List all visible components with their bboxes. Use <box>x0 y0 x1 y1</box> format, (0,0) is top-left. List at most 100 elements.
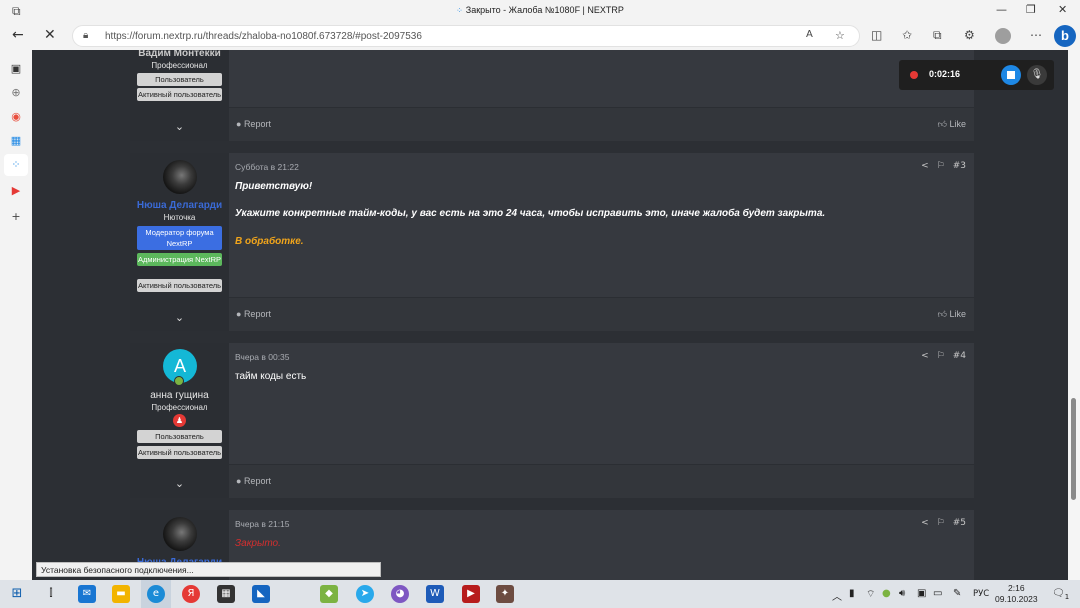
calculator-icon[interactable]: ▦ <box>9 134 23 148</box>
post-number[interactable]: #3 <box>953 161 966 171</box>
usb-icon[interactable]: ▮ <box>849 588 855 599</box>
profile-avatar[interactable] <box>995 28 1011 44</box>
favorite-star-icon[interactable]: ☆ <box>835 29 845 42</box>
pen-icon[interactable]: ✎ <box>953 588 961 599</box>
report-link[interactable]: ● Report <box>236 309 271 319</box>
bookmark-icon[interactable]: ⚐ <box>937 161 945 171</box>
youtube-icon[interactable]: ▶ <box>9 184 23 198</box>
post-2: Вадим Монтекки Профессионал Пользователь… <box>130 50 974 141</box>
bluestacks-icon[interactable]: ◆ <box>320 585 338 603</box>
windows-taskbar: ⊞ ⫿ ✉ ▬ e Я ▦ ◣ ◆ ➤ ◕ W ▶ ✦ ︿ ▮ ⌔ ● 🔊︎ ▣… <box>0 580 1080 608</box>
game-app-icon[interactable]: ✦ <box>496 585 514 603</box>
stop-loading-icon[interactable]: ✕ <box>44 27 56 43</box>
split-screen-icon[interactable]: ◫ <box>871 28 882 42</box>
yandex-icon[interactable]: ◉ <box>9 110 23 124</box>
post-actions: < ⚐ #3 <box>913 161 966 171</box>
file-explorer-icon[interactable]: ▬ <box>112 585 130 603</box>
wifi-icon[interactable]: ⌔ <box>866 588 875 601</box>
remote-desktop-icon[interactable]: ◣ <box>252 585 270 603</box>
favorites-icon[interactable]: ✩ <box>902 28 912 42</box>
browser-sidebar: ▣ ⊕ ◉ ▦ ⁘ ▶ + <box>0 50 32 580</box>
report-link[interactable]: ● Report <box>236 476 271 486</box>
add-tab-group-icon[interactable]: ⊕ <box>9 86 23 100</box>
chevron-down-icon[interactable]: ⌄ <box>130 120 229 133</box>
system-clock[interactable]: 2:16 09.10.2023 <box>995 583 1038 605</box>
user-badge: Активный пользователь <box>137 446 222 459</box>
app-tray-icon[interactable]: ● <box>882 588 891 599</box>
post-footer: ● Report 👍︎ Like <box>229 297 974 331</box>
back-arrow-icon[interactable]: ← <box>12 27 24 43</box>
battery-icon[interactable]: ▭ <box>933 588 942 599</box>
post-user-column: Вадим Монтекки Профессионал Пользователь… <box>130 50 229 141</box>
url-text[interactable]: https://forum.nextrp.ru/threads/zhaloba-… <box>105 31 422 42</box>
forum-site-icon[interactable]: ⁘ <box>9 158 23 172</box>
user-title: Профессионал <box>151 403 208 412</box>
share-icon[interactable]: < <box>921 518 929 528</box>
status-bar: Установка безопасного подключения... <box>36 562 381 577</box>
user-avatar[interactable] <box>163 160 197 194</box>
scrollbar-thumb[interactable] <box>1071 398 1076 500</box>
extensions-icon[interactable]: ⚙ <box>964 28 975 42</box>
display-icon[interactable]: ▣ <box>917 588 926 599</box>
post-status-text: Закрыто. <box>235 538 281 549</box>
collections-icon[interactable]: ⧉ <box>933 28 942 43</box>
window-titlebar: ⧉ ⁘ Закрыто - Жалоба №1080F | NEXTRP — ❐ … <box>0 0 1080 22</box>
word-icon[interactable]: W <box>426 585 444 603</box>
tab-actions-icon[interactable]: ▣ <box>9 62 23 76</box>
site-favicon-icon: ⁘ <box>456 6 463 15</box>
more-menu-icon[interactable]: ⋯ <box>1030 28 1042 42</box>
username[interactable]: Вадим Монтекки <box>130 50 229 59</box>
report-link[interactable]: ● Report <box>236 119 271 129</box>
mail-icon[interactable]: ✉ <box>78 585 96 603</box>
post-text: Приветствую! <box>235 181 313 192</box>
language-indicator[interactable]: РУС <box>973 589 989 599</box>
telegram-icon[interactable]: ➤ <box>356 585 374 603</box>
user-badge: Активный пользователь <box>137 88 222 101</box>
page-scrollbar[interactable] <box>1068 50 1080 580</box>
chevron-down-icon[interactable]: ⌄ <box>130 311 229 324</box>
moderator-badge: Модератор форума NextRP <box>137 226 222 250</box>
close-window-icon[interactable]: ✕ <box>1058 3 1067 16</box>
like-button[interactable]: 👍︎ Like <box>938 119 966 130</box>
volume-icon[interactable]: 🔊︎ <box>899 588 905 599</box>
read-aloud-icon[interactable]: A <box>806 29 813 40</box>
share-icon[interactable]: < <box>921 161 929 171</box>
bookmark-icon[interactable]: ⚐ <box>937 518 945 528</box>
username[interactable]: анна гущина <box>130 390 229 401</box>
user-badge: Активный пользователь <box>137 279 222 292</box>
user-trophy-icon: ♟ <box>173 414 186 427</box>
user-avatar[interactable] <box>163 517 197 551</box>
lock-icon[interactable]: 🔒︎ <box>83 30 88 41</box>
share-icon[interactable]: < <box>921 351 929 361</box>
post-user-column: A анна гущина Профессионал ♟ Пользовател… <box>130 343 229 498</box>
maximize-icon[interactable]: ❐ <box>1026 3 1036 16</box>
tray-overflow-icon[interactable]: ︿ <box>832 588 842 603</box>
post-user-column: Нюша Делагарди Нюточка Модератор форума … <box>130 153 229 331</box>
post-date[interactable]: Вчера в 21:15 <box>235 519 290 529</box>
post-number[interactable]: #4 <box>953 351 966 361</box>
address-toolbar: ← ✕ 🔒︎ https://forum.nextrp.ru/threads/z… <box>0 22 1080 50</box>
yandex-browser-icon[interactable]: Я <box>182 585 200 603</box>
task-view-icon[interactable]: ⫿ <box>42 585 60 603</box>
start-windows-icon[interactable]: ⊞ <box>8 585 26 603</box>
stop-recording-button[interactable] <box>1001 65 1021 85</box>
online-status-icon <box>174 376 184 386</box>
copilot-icon[interactable]: b <box>1054 25 1076 47</box>
discord-icon[interactable]: ◕ <box>391 585 409 603</box>
post-date[interactable]: Вчера в 00:35 <box>235 352 290 362</box>
chevron-down-icon[interactable]: ⌄ <box>130 477 229 490</box>
post-date[interactable]: Суббота в 21:22 <box>235 162 299 172</box>
add-site-icon[interactable]: + <box>9 210 23 224</box>
username[interactable]: Нюша Делагарди <box>130 200 229 211</box>
post-actions: < ⚐ #5 <box>913 518 966 528</box>
notifications-icon[interactable]: 🗨︎1 <box>1052 588 1069 601</box>
post-number[interactable]: #5 <box>953 518 966 528</box>
microphone-icon[interactable]: 🎙︎ <box>1027 65 1047 85</box>
media-app-icon[interactable]: ▶ <box>462 585 480 603</box>
store-icon[interactable]: ▦ <box>217 585 235 603</box>
edge-browser-icon[interactable]: e <box>147 585 165 603</box>
bookmark-icon[interactable]: ⚐ <box>937 351 945 361</box>
address-bar[interactable]: 🔒︎ https://forum.nextrp.ru/threads/zhalo… <box>72 25 860 47</box>
like-button[interactable]: 👍︎ Like <box>938 309 966 320</box>
minimize-icon[interactable]: — <box>996 3 1007 16</box>
